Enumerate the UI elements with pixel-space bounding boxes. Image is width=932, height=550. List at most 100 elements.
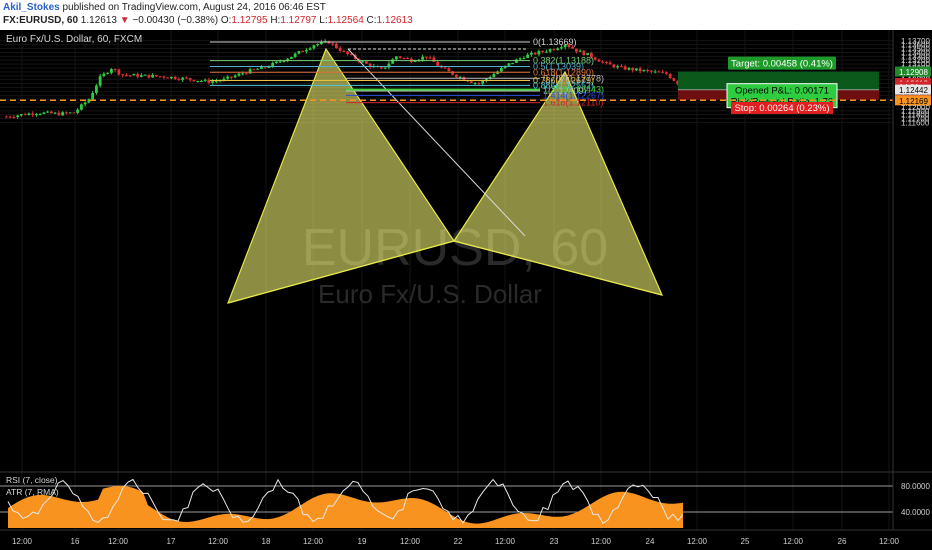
candle-body [245,73,248,75]
target-label: Target: 0.00458 (0.41%) [731,59,833,70]
candle-body [436,61,440,66]
candle-body [635,68,638,71]
time-tick-label: 24 [646,537,655,546]
rsi-level-40-label: 40.0000 [901,508,930,517]
time-tick-label: 12:00 [687,537,708,546]
candle-body [601,61,605,63]
candle-body [177,79,181,81]
candle [80,103,83,111]
candle-body [50,111,53,114]
time-tick-label: 23 [550,537,559,546]
candle-body [278,61,282,63]
candle-body [620,66,623,68]
candle-body [143,74,147,76]
time-tick-label: 17 [167,537,176,546]
candle-body [147,74,151,78]
change-value: −0.00430 (−0.38%) [132,15,219,26]
candle-body [421,56,425,60]
candle-body [593,57,597,60]
high-label: H: [270,15,281,26]
candle-body [383,67,387,69]
rsi-legend: RSI (7, close) [6,475,58,485]
watermark-name: Euro Fx/U.S. Dollar [318,279,542,309]
candle-body [72,112,76,114]
candle-body [402,57,406,59]
candle-body [181,77,185,80]
candle-body [230,76,233,78]
candle-body [481,80,485,84]
candle-body [80,104,83,110]
candle-body [275,61,278,64]
fib-level-label: 1.618(1.12110) [543,98,603,108]
price-tick-label: 1.11600 [901,118,930,127]
candle-body [545,51,548,53]
candle-body [305,49,308,52]
time-tick-label: 26 [838,537,847,546]
candle-body [526,54,530,59]
candle-body [511,62,515,64]
candle-body [428,57,432,59]
time-tick-label: 12:00 [495,537,516,546]
time-tick-label: 12:00 [783,537,804,546]
candle-body [560,47,563,49]
ohlc-line: FX:EURUSD, 60 1.12613 ▼ −0.00430 (−0.38%… [3,15,413,26]
candle-body [548,49,552,52]
candle-body [155,75,158,77]
candle-body [316,44,320,46]
candle-body [406,58,410,60]
candle-body [237,73,241,76]
candle-body [8,116,12,118]
candle-body [616,66,620,68]
candle-body [657,71,661,73]
fib-level-label: 0(1.13669) [533,37,577,47]
time-tick-label: 22 [454,537,463,546]
time-tick-label: 18 [262,537,271,546]
candle-body [661,72,665,74]
candle-body [537,51,541,55]
chart-canvas[interactable]: EURUSD, 60 Euro Fx/U.S. Dollar 0(1.13669… [0,30,932,550]
candle-body [117,69,121,75]
candle [335,42,338,49]
candle-body [642,69,646,72]
candle-body [91,92,95,100]
candle-body [582,50,586,56]
open-label: O: [220,15,232,26]
candle-body [102,73,106,77]
candle-body [443,67,447,69]
candle-body [518,58,522,60]
candle [672,77,676,82]
candle-body [65,112,68,114]
publish-info: published on TradingView.com, August 24,… [62,2,326,13]
candle-body [136,74,140,77]
candle-body [308,48,312,50]
time-tick-label: 12:00 [400,537,421,546]
candle-body [20,114,23,116]
atr-legend: ATR (7, RMA) [6,487,59,497]
candle-body [207,79,211,83]
candle-body [252,69,256,71]
candle-body [533,52,537,55]
time-tick-label: 25 [741,537,750,546]
candle-body [578,50,582,52]
candle-body [16,115,20,118]
candle-body [556,48,560,50]
candle-body [140,75,143,77]
candle-body [173,76,177,80]
candle-body [38,113,42,115]
candle-body [196,80,200,82]
candle-body [162,76,166,78]
candle-body [301,51,305,53]
candle-body [106,72,110,74]
high-value: 1.12797 [280,15,317,26]
candle-body [151,75,155,78]
publish-line: Akil_Stokes published on TradingView.com… [3,2,326,13]
rsi-level-80-label: 80.0000 [901,482,930,491]
candle-body [5,116,8,118]
candle-body [166,77,170,79]
candle-body [121,74,125,76]
candle-body [492,73,496,78]
candle-body [42,112,46,114]
candle-body [12,117,16,119]
author-link[interactable]: Akil_Stokes [3,2,60,13]
snapshot-header: Akil_Stokes published on TradingView.com… [0,0,932,30]
